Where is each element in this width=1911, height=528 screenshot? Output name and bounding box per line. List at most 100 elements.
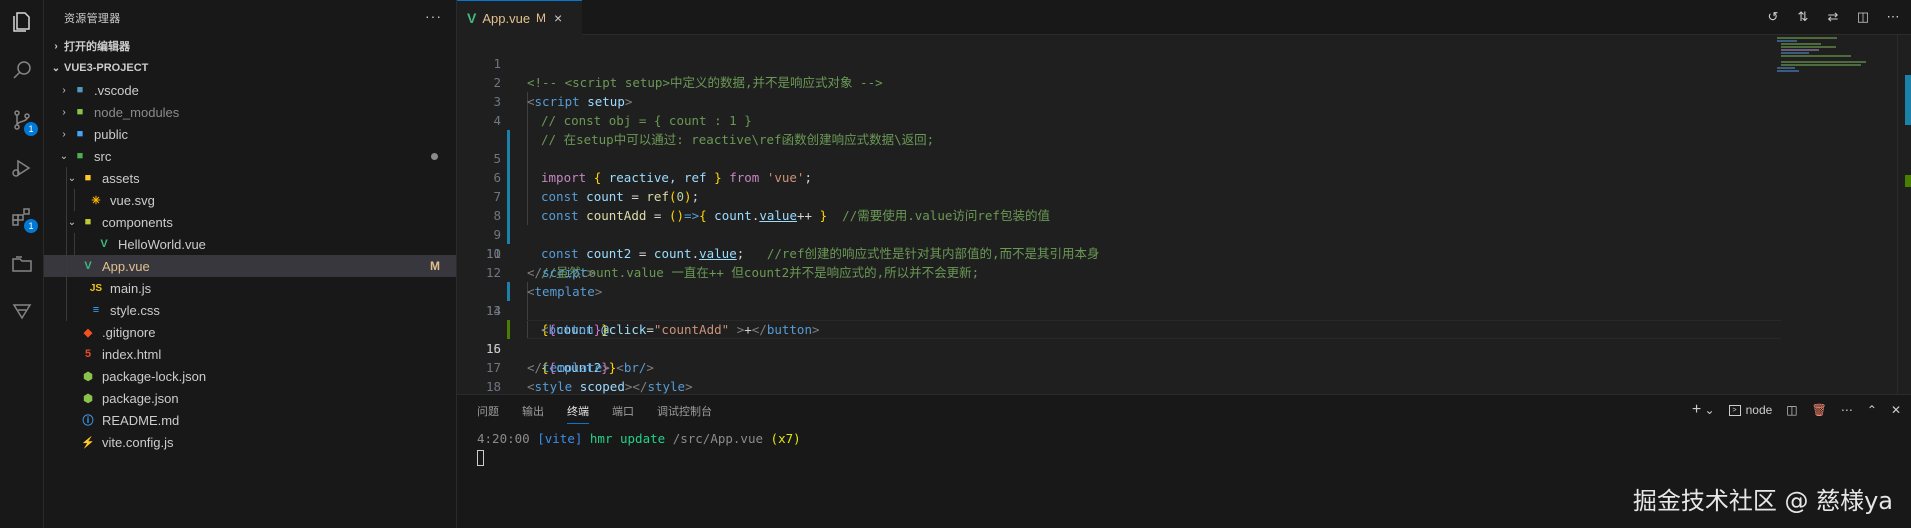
code-line-10: 10 //虽然count.value 一直在++ 但count2并不是响应式的,… — [457, 206, 1911, 280]
split-editor-icon[interactable]: ◫ — [1855, 9, 1871, 25]
tree-folder-node-modules[interactable]: › ■ node_modules — [44, 101, 456, 123]
tree-folder-src[interactable]: ⌄ ■ src — [44, 145, 456, 167]
compare-changes-icon[interactable]: ⇅ — [1795, 9, 1811, 25]
vue-file-icon: V — [100, 238, 108, 250]
tree-folder-public[interactable]: › ■ public — [44, 123, 456, 145]
tree-label: package.json — [102, 390, 179, 406]
remote-explorer-icon[interactable] — [8, 250, 36, 278]
tab-terminal[interactable]: 终端 — [567, 403, 589, 424]
open-changes-icon[interactable]: ⇄ — [1825, 9, 1841, 25]
tree-file-package-lock[interactable]: ⬢ package-lock.json — [44, 365, 456, 387]
minimap-line — [1781, 52, 1809, 54]
terminal-selector[interactable]: > node — [1728, 403, 1773, 417]
tree-folder-components[interactable]: ⌄ ■ components — [44, 211, 456, 233]
terminal-output[interactable]: 4:20:00 [vite] hmr update /src/App.vue (… — [477, 430, 801, 466]
vue-file-icon: V — [84, 260, 92, 272]
tree-folder-assets[interactable]: ⌄ ■ assets — [44, 167, 456, 189]
explorer-icon[interactable] — [8, 8, 36, 36]
tree-file-readme[interactable]: ⓘ README.md — [44, 409, 456, 431]
tree-file-vue-svg[interactable]: ✳ vue.svg — [44, 189, 456, 211]
search-icon[interactable] — [8, 56, 36, 84]
testing-icon[interactable] — [8, 297, 36, 325]
folder-node-icon: ■ — [76, 106, 84, 118]
tree-file-main-js[interactable]: JS main.js — [44, 277, 456, 299]
code-line-3: 3 // const obj = { count : 1 } — [457, 73, 1911, 128]
open-editors-label: 打开的编辑器 — [64, 41, 130, 53]
tree-label: README.md — [102, 412, 180, 428]
tree-file-helloworld[interactable]: V HelloWorld.vue — [44, 233, 456, 255]
trash-icon[interactable]: 🗑 — [1812, 403, 1827, 417]
tree-label: style.css — [110, 302, 160, 318]
minimap-line — [1781, 61, 1866, 63]
vertical-scrollbar[interactable] — [1897, 35, 1911, 394]
new-terminal-button[interactable]: + ⌄ — [1692, 401, 1715, 419]
folder-assets-icon: ■ — [84, 172, 92, 184]
code-line-6: 6 const count = ref(0); — [457, 130, 1911, 204]
indent-guide — [66, 167, 67, 189]
code-line-2: 2 <script setup> — [457, 54, 1911, 109]
source-control-icon[interactable]: 1 — [8, 106, 38, 136]
tree-file-app-vue[interactable]: V App.vue M — [44, 255, 456, 277]
minimap-line — [1781, 64, 1861, 66]
indent-guide — [66, 255, 67, 277]
more-actions-icon[interactable]: ⋯ — [1841, 403, 1853, 417]
scroll-modified-marker — [1905, 75, 1911, 125]
run-debug-icon[interactable] — [8, 154, 36, 182]
code-line-18: 18 — [457, 358, 1911, 394]
tab-output[interactable]: 输出 — [522, 403, 544, 424]
code-line-16: 16 </template> — [457, 320, 1911, 375]
extensions-icon[interactable]: 1 — [8, 203, 38, 233]
tab-app-vue[interactable]: V App.vue M × — [457, 0, 582, 35]
code-line-4: 4 // 在setup中可以通过: reactive\ref函数创建响应式数据\… — [457, 92, 1911, 147]
close-panel-icon[interactable]: ✕ — [1891, 403, 1901, 417]
code-line-17: 17 <style scoped></style> — [457, 339, 1911, 394]
code-line-14: 14 <button @click="countAdd" >+</button> — [457, 282, 1911, 337]
indent-guide — [66, 189, 67, 211]
open-editors-section[interactable]: › 打开的编辑器 — [44, 35, 456, 57]
indent-guide — [66, 299, 67, 321]
tree-file-style-css[interactable]: ≡ style.css — [44, 299, 456, 321]
chevron-right-icon: › — [54, 40, 58, 52]
indent-guide — [74, 233, 75, 255]
folder-components-icon: ■ — [84, 216, 92, 228]
npm-file-icon: ⬢ — [83, 370, 93, 383]
tree-label: .gitignore — [102, 324, 156, 340]
vite-file-icon: ⚡ — [81, 436, 95, 449]
tab-problems[interactable]: 问题 — [477, 403, 499, 424]
explorer-sidebar: 资源管理器 ··· › 打开的编辑器 ⌄ VUE3-PROJECT › ■ .v… — [44, 0, 457, 528]
vue-file-icon: V — [467, 10, 477, 26]
close-icon[interactable]: × — [554, 10, 562, 26]
svg-file-icon: ✳ — [91, 194, 101, 207]
split-terminal-icon[interactable]: ◫ — [1786, 403, 1797, 417]
more-actions-icon[interactable]: ⋯ — [1885, 9, 1901, 25]
code-line-9: 9 const count2 = count.value; //ref创建的响应… — [457, 187, 1911, 261]
tree-label: node_modules — [94, 104, 180, 120]
tab-debug-console[interactable]: 调试控制台 — [657, 403, 712, 424]
tab-modified-badge: M — [536, 11, 547, 25]
project-section[interactable]: ⌄ VUE3-PROJECT — [44, 57, 456, 79]
terminal-name: node — [1745, 403, 1773, 417]
folder-vscode-icon: ■ — [76, 84, 84, 96]
tree-label: package-lock.json — [102, 368, 207, 384]
tree-file-package-json[interactable]: ⬢ package.json — [44, 387, 456, 409]
tree-folder-vscode[interactable]: › ■ .vscode — [44, 79, 456, 101]
tree-label: vue.svg — [110, 192, 155, 208]
more-actions-icon[interactable]: ··· — [425, 8, 442, 24]
maximize-panel-icon[interactable]: ⌃ — [1867, 403, 1877, 417]
timeline-icon[interactable]: ↺ — [1765, 9, 1781, 25]
code-line-12: 12 <template> — [457, 244, 1911, 299]
html-file-icon: 5 — [84, 348, 92, 360]
code-editor[interactable]: 1 <!-- <script setup>中定义的数据,并不是响应式对象 -->… — [457, 35, 1911, 394]
tree-label: main.js — [110, 280, 152, 296]
minimap[interactable] — [1777, 35, 1897, 75]
tab-ports[interactable]: 端口 — [612, 403, 634, 424]
tree-file-vite-config[interactable]: ⚡ vite.config.js — [44, 431, 456, 453]
tree-label: .vscode — [94, 82, 139, 98]
tree-file-gitignore[interactable]: ◆ .gitignore — [44, 321, 456, 343]
minimap-line — [1781, 43, 1821, 45]
modified-badge: M — [430, 259, 440, 273]
tree-file-index-html[interactable]: 5 index.html — [44, 343, 456, 365]
code-line-8: 8 — [457, 168, 1911, 223]
code-line-13: 13 {{count}} — [457, 263, 1911, 337]
css-file-icon: ≡ — [92, 304, 100, 316]
